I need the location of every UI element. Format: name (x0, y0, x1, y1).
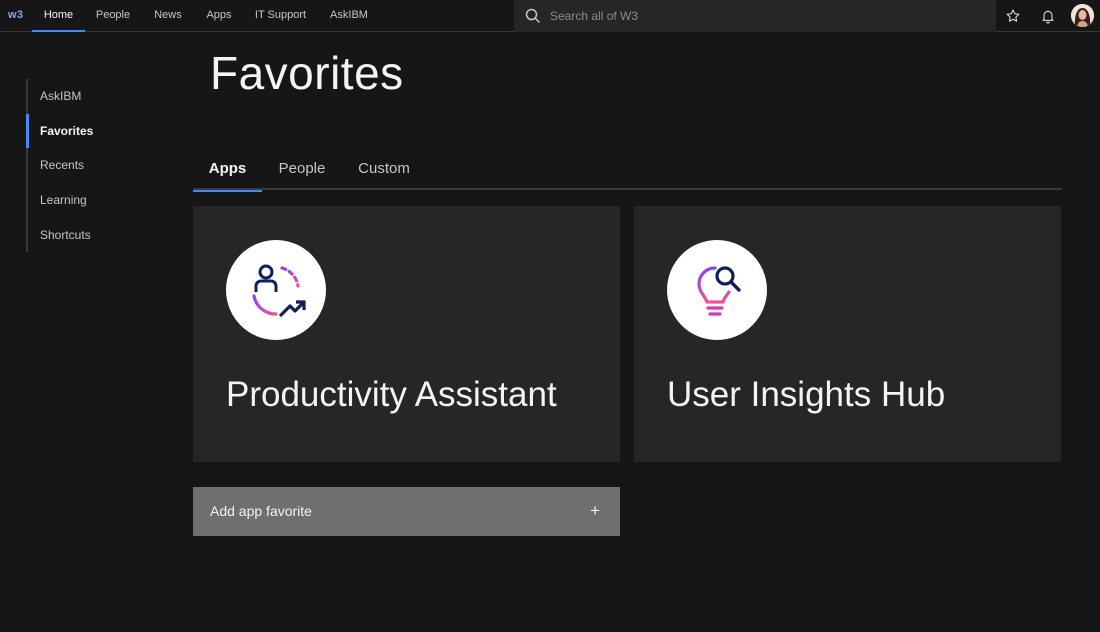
lightbulb-search-icon (667, 240, 767, 340)
nav-item-askibm[interactable]: AskIBM (322, 0, 376, 32)
bell-icon[interactable] (1037, 5, 1059, 27)
add-app-favorite-button[interactable]: Add app favorite + (193, 487, 620, 536)
app-card-user-insights-hub[interactable]: User Insights Hub (634, 206, 1061, 462)
search-input[interactable] (550, 0, 990, 32)
sidebar-item-recents[interactable]: Recents (28, 148, 176, 183)
nav-item-it-support[interactable]: IT Support (249, 0, 312, 32)
tab-list: Apps People Custom (193, 150, 1062, 192)
sidebar-item-favorites[interactable]: Favorites (26, 113, 176, 149)
nav-item-people[interactable]: People (89, 0, 137, 32)
page-title: Favorites (210, 47, 404, 99)
search-icon[interactable] (524, 7, 542, 25)
nav-item-news[interactable]: News (147, 0, 189, 32)
person-growth-icon (226, 240, 326, 340)
nav-item-apps[interactable]: Apps (199, 0, 239, 32)
nav-item-home[interactable]: Home (32, 0, 85, 32)
tab-people[interactable]: People (268, 150, 336, 190)
tab-apps[interactable]: Apps (193, 150, 262, 192)
w3-logo[interactable]: w3 (8, 9, 23, 21)
sidebar: AskIBM Favorites Recents Learning Shortc… (26, 79, 176, 253)
tab-custom[interactable]: Custom (350, 150, 418, 190)
add-app-favorite-label: Add app favorite (210, 503, 312, 519)
star-icon[interactable] (1002, 5, 1024, 27)
card-title: Productivity Assistant (226, 375, 557, 414)
search-bar (514, 0, 996, 32)
sidebar-item-askibm[interactable]: AskIBM (28, 79, 176, 114)
sidebar-item-shortcuts[interactable]: Shortcuts (28, 218, 176, 253)
sidebar-item-learning[interactable]: Learning (28, 183, 176, 218)
card-title: User Insights Hub (667, 375, 946, 414)
app-card-productivity-assistant[interactable]: Productivity Assistant (193, 206, 620, 462)
top-navigation-bar: w3 Home People News Apps IT Support AskI… (0, 0, 1100, 32)
plus-icon: + (590, 501, 600, 520)
avatar[interactable] (1071, 4, 1094, 27)
